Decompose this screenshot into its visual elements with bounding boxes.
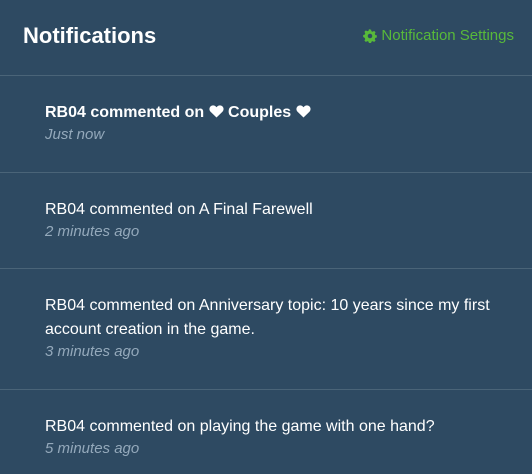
notification-settings-link[interactable]: Notification Settings — [363, 27, 514, 44]
notification-item[interactable]: RB04 commented on Anniversary topic: 10 … — [0, 269, 532, 390]
notification-time: 3 minutes ago — [45, 343, 140, 360]
notification-text: RB04 commented on Couples — [45, 101, 512, 125]
notifications-panel: Notifications Notification Settings RB04… — [0, 0, 532, 474]
notification-settings-label: Notification Settings — [381, 27, 514, 44]
page-title: Notifications — [23, 22, 157, 48]
notification-text: RB04 commented on A Final Farewell — [45, 201, 313, 218]
notification-time: Just now — [45, 126, 105, 143]
notification-time: 2 minutes ago — [45, 223, 140, 240]
heart-icon — [296, 102, 311, 118]
notification-item[interactable]: RB04 commented on A Final Farewell 2 min… — [0, 173, 532, 269]
notification-topic: Couples — [228, 104, 292, 121]
notification-text: RB04 commented on Anniversary topic: 10 … — [45, 297, 490, 338]
notification-text-prefix: RB04 commented on — [45, 104, 209, 121]
notification-time: 5 minutes ago — [45, 440, 140, 457]
notification-text: RB04 commented on playing the game with … — [45, 418, 435, 435]
notification-list: RB04 commented on Couples Just now RB04 … — [0, 76, 532, 474]
notifications-header: Notifications Notification Settings — [0, 0, 532, 76]
notification-item[interactable]: RB04 commented on playing the game with … — [0, 390, 532, 474]
gear-icon — [363, 28, 378, 43]
heart-icon — [209, 102, 224, 118]
notification-item[interactable]: RB04 commented on Couples Just now — [0, 76, 532, 173]
